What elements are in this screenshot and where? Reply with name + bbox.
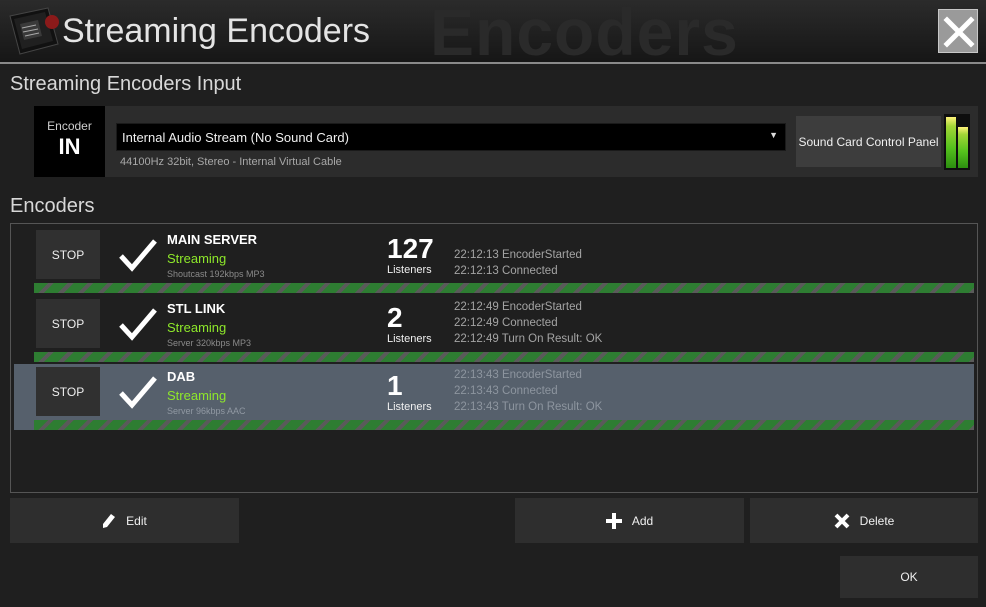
encoder-format: Shoutcast 192kbps MP3 [167, 269, 265, 279]
log-line: 22:12:49 Turn On Result: OK [454, 333, 603, 345]
title-watermark: Encoders [430, 0, 739, 64]
encoder-name: MAIN SERVER [167, 232, 258, 247]
log-line: 22:12:13 Connected [454, 265, 558, 277]
listener-count: 2 [387, 302, 403, 333]
window-title: Streaming Encoders [62, 12, 371, 50]
encoder-row[interactable]: STOP STL LINK Streaming Server 320kbps M… [14, 296, 974, 362]
listener-count: 1 [387, 370, 403, 401]
audio-level-meter [944, 114, 970, 170]
stop-button[interactable]: STOP [36, 367, 100, 416]
ok-button[interactable]: OK [840, 556, 978, 598]
encoder-log: 22:12:49 EncoderStarted 22:12:49 Connect… [454, 299, 602, 347]
encoder-badge-label: Encoder [47, 119, 92, 133]
app-logo-icon [8, 6, 62, 56]
encoder-activity-stripe [34, 283, 974, 293]
encoder-status: Streaming [167, 251, 227, 266]
listener-count: 127 [387, 233, 434, 264]
input-panel: Encoder IN Internal Audio Stream (No Sou… [34, 106, 978, 177]
encoder-activity-stripe [34, 352, 974, 362]
input-section-title: Streaming Encoders Input [10, 73, 242, 95]
encoder-row[interactable]: STOP MAIN SERVER Streaming Shoutcast 192… [14, 227, 974, 293]
encoders-section-title: Encoders [10, 195, 95, 217]
chevron-down-icon: ▼ [769, 130, 778, 140]
encoder-activity-stripe [34, 420, 974, 430]
encoder-log: 22:13:43 EncoderStarted 22:13:43 Connect… [454, 367, 602, 415]
encoder-name: STL LINK [167, 301, 226, 316]
add-button[interactable]: Add [515, 498, 744, 543]
listener-label: Listeners [387, 333, 432, 345]
checkmark-icon [119, 239, 157, 272]
log-line: 22:12:49 Connected [454, 317, 558, 329]
close-icon [943, 16, 975, 48]
delete-button[interactable]: Delete [750, 498, 978, 543]
encoder-badge-value: IN [58, 134, 81, 159]
checkmark-icon [119, 376, 157, 409]
pencil-icon [102, 513, 116, 529]
listener-label: Listeners [387, 264, 432, 276]
log-line: 22:13:43 EncoderStarted [454, 369, 582, 381]
log-line: 22:13:43 Connected [454, 385, 558, 397]
log-line: 22:12:13 EncoderStarted [454, 249, 582, 261]
stop-button[interactable]: STOP [36, 230, 100, 279]
close-button[interactable] [938, 9, 978, 53]
encoder-name: DAB [167, 369, 196, 384]
input-source-info: 44100Hz 32bit, Stereo - Internal Virtual… [120, 156, 342, 168]
checkmark-icon [119, 308, 157, 341]
log-line: 22:12:49 EncoderStarted [454, 301, 582, 313]
title-bar: Encoders Streaming Encoders [0, 0, 986, 64]
encoders-list: STOP MAIN SERVER Streaming Shoutcast 192… [10, 223, 978, 493]
listener-label: Listeners [387, 401, 432, 413]
encoder-status: Streaming [167, 388, 227, 403]
delete-button-label: Delete [859, 513, 895, 528]
x-icon [834, 513, 850, 529]
plus-icon [605, 512, 622, 529]
encoder-input-badge: Encoder IN [34, 106, 105, 177]
edit-button-label: Edit [126, 513, 147, 528]
edit-button[interactable]: Edit [10, 498, 239, 543]
log-line: 22:13:43 Turn On Result: OK [454, 401, 603, 413]
add-button-label: Add [631, 513, 654, 528]
meter-left-bar [946, 117, 956, 168]
sound-card-control-panel-button[interactable]: Sound Card Control Panel [796, 116, 941, 167]
input-source-value: Internal Audio Stream (No Sound Card) [122, 130, 349, 145]
stop-button[interactable]: STOP [36, 299, 100, 348]
meter-right-bar [958, 127, 968, 168]
encoder-format: Server 96kbps AAC [167, 406, 246, 416]
input-source-select[interactable]: Internal Audio Stream (No Sound Card) ▼ [116, 123, 786, 151]
encoder-format: Server 320kbps MP3 [167, 338, 252, 348]
encoder-status: Streaming [167, 320, 227, 335]
encoder-log: 22:12:13 EncoderStarted 22:12:13 Connect… [454, 247, 582, 279]
encoder-row-selected[interactable]: STOP DAB Streaming Server 96kbps AAC 1 L… [14, 364, 974, 430]
